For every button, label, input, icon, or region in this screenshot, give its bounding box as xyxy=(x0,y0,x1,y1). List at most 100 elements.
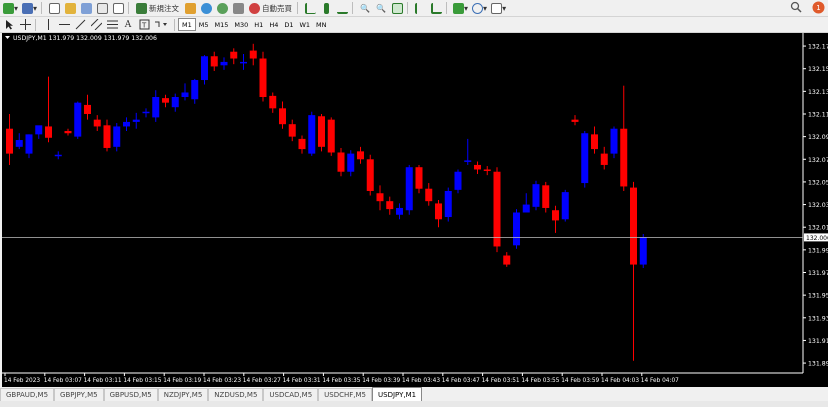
candle-body xyxy=(347,153,355,172)
market-watch-icon[interactable] xyxy=(47,1,61,15)
tab-usdcad-m5[interactable]: USDCAD,M5 xyxy=(263,388,319,401)
chart-header: USDJPY,M1 131.979 132.009 131.979 132.00… xyxy=(13,35,157,42)
candle-body xyxy=(532,184,540,207)
x-tick-label: 14 Feb 03:19 xyxy=(163,378,201,384)
tab-nzdusd-m5[interactable]: NZDUSD,M5 xyxy=(208,388,264,401)
timeframe-m1[interactable]: M1 xyxy=(178,18,196,31)
chart-window[interactable]: 132.175 132.155 132.135 132.115 132.095 132.0… xyxy=(2,33,828,387)
chart-menu-triangle-icon xyxy=(5,36,10,39)
timeframe-mn[interactable]: MN xyxy=(313,18,329,31)
x-tick-label: 14 Feb 03:47 xyxy=(442,378,480,384)
auto-trading-button[interactable]: 自動売買 xyxy=(247,1,294,15)
candle-body xyxy=(269,95,277,109)
toolbar-separator xyxy=(174,18,175,31)
new-order-button[interactable]: 新規注文 xyxy=(134,1,181,15)
timeframe-m5[interactable]: M5 xyxy=(196,18,212,31)
candle-body xyxy=(25,134,33,154)
data-window-icon[interactable] xyxy=(79,1,93,15)
tab-usdchf-m5[interactable]: USDCHF,M5 xyxy=(318,388,373,401)
channel-icon[interactable] xyxy=(89,18,103,32)
bar-chart-icon[interactable] xyxy=(303,1,317,15)
text-tool-icon[interactable]: A xyxy=(121,18,135,32)
cursor-icon[interactable] xyxy=(2,18,16,32)
vps-icon[interactable] xyxy=(231,1,245,15)
tab-gbpaud-m5[interactable]: GBPAUD,M5 xyxy=(0,388,55,401)
search-icon[interactable] xyxy=(790,1,802,13)
indicators-icon[interactable]: ▾ xyxy=(452,1,469,15)
candle-body xyxy=(15,140,23,147)
candle-body xyxy=(357,151,364,160)
candle-body xyxy=(503,255,511,265)
zoom-in-icon[interactable]: 🔍 xyxy=(358,1,372,15)
candle-body xyxy=(581,133,589,184)
candle-body xyxy=(454,171,462,190)
tile-windows-icon[interactable] xyxy=(390,1,404,15)
status-bar xyxy=(0,401,828,407)
metaeditor-icon[interactable] xyxy=(183,1,197,15)
timeframe-h4[interactable]: H4 xyxy=(266,18,281,31)
new-chart-icon[interactable]: ▾ xyxy=(2,1,19,15)
strategy-tester-icon[interactable] xyxy=(111,1,125,15)
candle-body xyxy=(376,193,384,202)
candle-body xyxy=(35,125,43,135)
terminal-icon[interactable] xyxy=(95,1,109,15)
candle-body xyxy=(483,169,491,171)
candlestick-chart[interactable]: 132.175 132.155 132.135 132.115 132.095 132.0… xyxy=(2,33,828,387)
market-icon[interactable] xyxy=(199,1,213,15)
crosshair-icon[interactable] xyxy=(18,18,32,32)
profiles-icon[interactable]: ▾ xyxy=(21,1,38,15)
chart-shift-icon[interactable] xyxy=(413,1,427,15)
line-chart-icon[interactable] xyxy=(335,1,349,15)
candle-body xyxy=(493,171,501,247)
x-tick-label: 14 Feb 03:07 xyxy=(44,378,82,384)
candle-body xyxy=(240,61,247,64)
zoom-out-icon[interactable]: 🔍 xyxy=(374,1,388,15)
candle-body xyxy=(288,124,296,137)
shapes-icon[interactable] xyxy=(153,18,171,32)
timeframe-w1[interactable]: W1 xyxy=(296,18,313,31)
y-tick-label: 132.115 xyxy=(808,111,828,118)
templates-icon[interactable]: ▾ xyxy=(490,1,507,15)
new-order-label: 新規注文 xyxy=(149,3,180,13)
notification-icon[interactable]: 1 xyxy=(812,1,825,14)
timeframe-d1[interactable]: D1 xyxy=(281,18,296,31)
trendline-icon[interactable] xyxy=(73,18,87,32)
tab-gbpusd-m5[interactable]: GBPUSD,M5 xyxy=(103,388,158,401)
tab-usdjpy-m1[interactable]: USDJPY,M1 xyxy=(372,387,423,401)
candlestick-icon[interactable] xyxy=(319,1,333,15)
x-tick-label: 14 Feb 03:39 xyxy=(362,378,400,384)
y-tick-label: 132.055 xyxy=(808,179,828,186)
candle-body xyxy=(425,188,433,202)
fibonacci-icon[interactable] xyxy=(105,18,119,32)
text-label-icon[interactable]: T xyxy=(137,18,151,32)
timeframe-m15[interactable]: M15 xyxy=(212,18,232,31)
x-tick-label: 14 Feb 03:55 xyxy=(521,378,559,384)
vertical-line-icon[interactable] xyxy=(41,18,55,32)
autoscroll-icon[interactable] xyxy=(429,1,443,15)
timeframe-m30[interactable]: M30 xyxy=(231,18,251,31)
candle-body xyxy=(571,119,579,122)
candle-body xyxy=(308,115,316,154)
candle-body xyxy=(259,58,267,98)
toolbar-separator xyxy=(35,18,36,31)
navigator-icon[interactable] xyxy=(63,1,77,15)
periods-icon[interactable]: ▾ xyxy=(471,1,488,15)
y-tick-label: 132.095 xyxy=(808,134,828,141)
toolbar-separator xyxy=(297,2,299,14)
tab-gbpjpy-m5[interactable]: GBPJPY,M5 xyxy=(54,388,104,401)
timeframe-h1[interactable]: H1 xyxy=(251,18,266,31)
candle-body xyxy=(132,119,140,122)
x-tick-label: 14 Feb 03:15 xyxy=(123,378,161,384)
candle-body xyxy=(162,98,169,103)
candle-body xyxy=(230,51,238,59)
candle-body xyxy=(249,50,257,59)
candle-body xyxy=(435,203,442,220)
candle-body xyxy=(552,210,559,221)
tab-nzdjpy-m5[interactable]: NZDJPY,M5 xyxy=(157,388,209,401)
y-tick-label: 131.975 xyxy=(808,270,828,277)
signals-icon[interactable] xyxy=(215,1,229,15)
notification-count: 1 xyxy=(816,3,821,12)
candle-body xyxy=(591,134,598,150)
horizontal-line-icon[interactable] xyxy=(57,18,71,32)
candle-body xyxy=(600,153,608,165)
